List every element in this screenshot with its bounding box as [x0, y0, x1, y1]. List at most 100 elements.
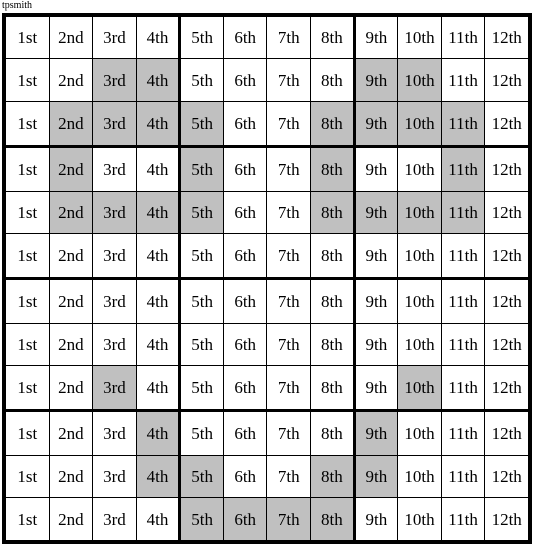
- grid-cell[interactable]: 8th: [310, 100, 356, 148]
- grid-cell[interactable]: 4th: [135, 58, 182, 102]
- grid-cell[interactable]: 12th: [484, 15, 529, 60]
- grid-cell[interactable]: 10th: [397, 454, 442, 499]
- grid-cell[interactable]: 2nd: [48, 454, 94, 499]
- grid-cell[interactable]: 4th: [135, 497, 182, 541]
- grid-cell[interactable]: 8th: [310, 454, 356, 499]
- grid-cell[interactable]: 3rd: [92, 277, 137, 324]
- grid-cell[interactable]: 2nd: [48, 277, 94, 324]
- grid-cell[interactable]: 5th: [179, 190, 224, 235]
- grid-cell[interactable]: 3rd: [92, 15, 137, 60]
- grid-cell[interactable]: 3rd: [92, 145, 137, 192]
- grid-cell[interactable]: 10th: [397, 322, 442, 367]
- grid-cell[interactable]: 4th: [135, 322, 182, 367]
- grid-cell[interactable]: 1st: [5, 190, 50, 235]
- grid-cell[interactable]: 2nd: [48, 410, 94, 456]
- grid-cell[interactable]: 11th: [440, 15, 486, 60]
- grid-cell[interactable]: 2nd: [48, 322, 94, 367]
- grid-cell[interactable]: 3rd: [92, 410, 137, 456]
- grid-cell[interactable]: 9th: [353, 322, 399, 367]
- grid-cell[interactable]: 4th: [135, 145, 182, 192]
- grid-cell[interactable]: 9th: [353, 58, 399, 102]
- grid-cell[interactable]: 6th: [222, 58, 268, 102]
- grid-cell[interactable]: 11th: [440, 100, 486, 148]
- grid-cell[interactable]: 9th: [353, 277, 399, 324]
- grid-cell[interactable]: 8th: [310, 277, 356, 324]
- grid-cell[interactable]: 3rd: [92, 365, 137, 413]
- grid-cell[interactable]: 11th: [440, 365, 486, 413]
- grid-cell[interactable]: 7th: [266, 365, 312, 413]
- grid-cell[interactable]: 7th: [266, 410, 312, 456]
- grid-cell[interactable]: 5th: [179, 100, 224, 148]
- grid-cell[interactable]: 10th: [397, 145, 442, 192]
- grid-cell[interactable]: 10th: [397, 233, 442, 280]
- grid-cell[interactable]: 1st: [5, 410, 50, 456]
- grid-cell[interactable]: 1st: [5, 322, 50, 367]
- grid-cell[interactable]: 12th: [484, 233, 529, 280]
- grid-cell[interactable]: 2nd: [48, 15, 94, 60]
- grid-cell[interactable]: 7th: [266, 454, 312, 499]
- grid-cell[interactable]: 2nd: [48, 233, 94, 280]
- grid-cell[interactable]: 11th: [440, 454, 486, 499]
- grid-cell[interactable]: 2nd: [48, 100, 94, 148]
- grid-cell[interactable]: 11th: [440, 277, 486, 324]
- grid-cell[interactable]: 11th: [440, 233, 486, 280]
- grid-cell[interactable]: 7th: [266, 190, 312, 235]
- grid-cell[interactable]: 9th: [353, 497, 399, 541]
- grid-cell[interactable]: 3rd: [92, 100, 137, 148]
- grid-cell[interactable]: 4th: [135, 233, 182, 280]
- grid-cell[interactable]: 1st: [5, 277, 50, 324]
- grid-cell[interactable]: 9th: [353, 100, 399, 148]
- grid-cell[interactable]: 12th: [484, 454, 529, 499]
- grid-cell[interactable]: 3rd: [92, 454, 137, 499]
- grid-cell[interactable]: 12th: [484, 100, 529, 148]
- grid-cell[interactable]: 4th: [135, 100, 182, 148]
- grid-cell[interactable]: 12th: [484, 365, 529, 413]
- grid-cell[interactable]: 7th: [266, 233, 312, 280]
- grid-cell[interactable]: 5th: [179, 322, 224, 367]
- grid-cell[interactable]: 11th: [440, 145, 486, 192]
- grid-cell[interactable]: 11th: [440, 190, 486, 235]
- grid-cell[interactable]: 9th: [353, 15, 399, 60]
- grid-cell[interactable]: 11th: [440, 497, 486, 541]
- grid-cell[interactable]: 6th: [222, 15, 268, 60]
- grid-cell[interactable]: 12th: [484, 277, 529, 324]
- grid-cell[interactable]: 9th: [353, 233, 399, 280]
- grid-cell[interactable]: 12th: [484, 497, 529, 541]
- grid-cell[interactable]: 7th: [266, 58, 312, 102]
- grid-cell[interactable]: 9th: [353, 145, 399, 192]
- grid-cell[interactable]: 10th: [397, 365, 442, 413]
- grid-cell[interactable]: 10th: [397, 277, 442, 324]
- grid-cell[interactable]: 8th: [310, 233, 356, 280]
- grid-cell[interactable]: 12th: [484, 58, 529, 102]
- grid-cell[interactable]: 8th: [310, 145, 356, 192]
- grid-cell[interactable]: 5th: [179, 277, 224, 324]
- grid-cell[interactable]: 10th: [397, 58, 442, 102]
- grid-cell[interactable]: 2nd: [48, 145, 94, 192]
- grid-cell[interactable]: 12th: [484, 410, 529, 456]
- grid-cell[interactable]: 6th: [222, 100, 268, 148]
- grid-cell[interactable]: 8th: [310, 58, 356, 102]
- grid-cell[interactable]: 6th: [222, 497, 268, 541]
- grid-cell[interactable]: 4th: [135, 410, 182, 456]
- grid-cell[interactable]: 6th: [222, 233, 268, 280]
- grid-cell[interactable]: 6th: [222, 277, 268, 324]
- grid-cell[interactable]: 10th: [397, 100, 442, 148]
- grid-cell[interactable]: 8th: [310, 365, 356, 413]
- grid-cell[interactable]: 12th: [484, 145, 529, 192]
- grid-cell[interactable]: 1st: [5, 145, 50, 192]
- grid-cell[interactable]: 1st: [5, 58, 50, 102]
- grid-cell[interactable]: 5th: [179, 233, 224, 280]
- grid-cell[interactable]: 3rd: [92, 497, 137, 541]
- grid-cell[interactable]: 8th: [310, 15, 356, 60]
- grid-cell[interactable]: 4th: [135, 365, 182, 413]
- grid-cell[interactable]: 7th: [266, 145, 312, 192]
- grid-cell[interactable]: 12th: [484, 190, 529, 235]
- grid-cell[interactable]: 10th: [397, 497, 442, 541]
- grid-cell[interactable]: 2nd: [48, 58, 94, 102]
- grid-cell[interactable]: 5th: [179, 145, 224, 192]
- grid-cell[interactable]: 10th: [397, 190, 442, 235]
- grid-cell[interactable]: 7th: [266, 100, 312, 148]
- grid-cell[interactable]: 11th: [440, 410, 486, 456]
- grid-cell[interactable]: 4th: [135, 454, 182, 499]
- grid-cell[interactable]: 2nd: [48, 365, 94, 413]
